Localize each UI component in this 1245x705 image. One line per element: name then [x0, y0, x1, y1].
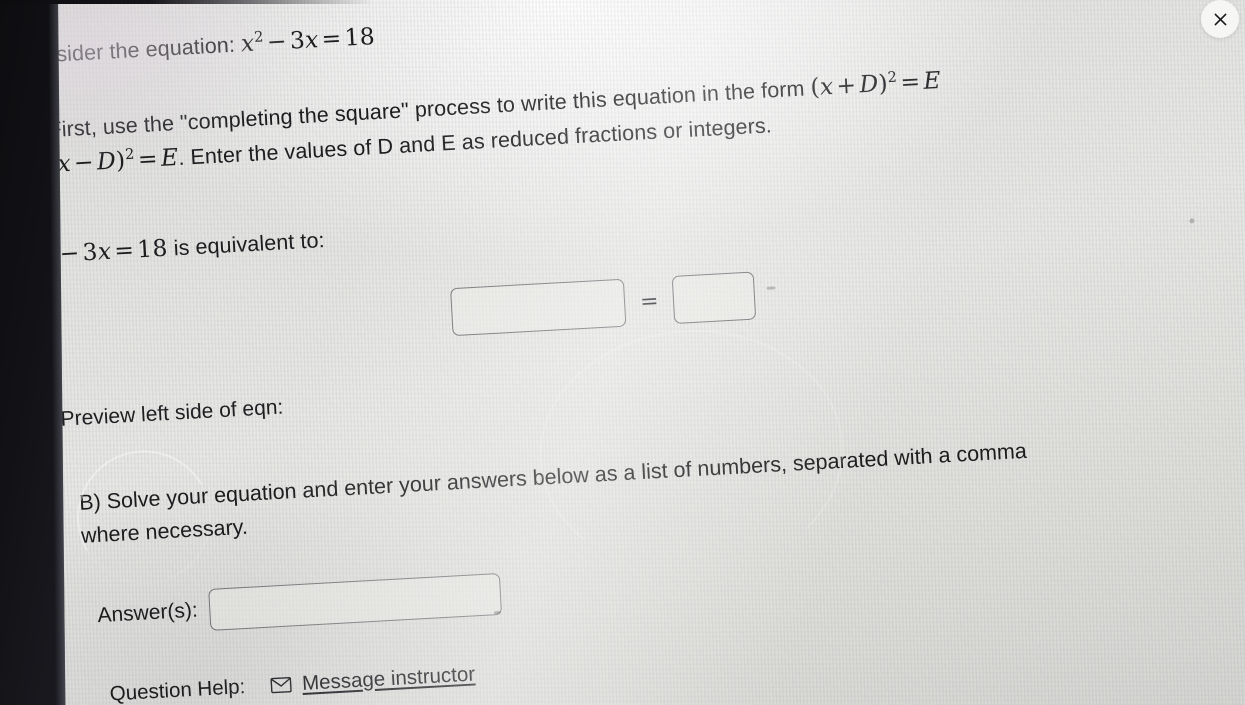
question-help-label: Question Help: — [109, 674, 246, 705]
part-a-text: A) First, use the "completing the square… — [20, 49, 1187, 183]
close-button[interactable] — [1201, 0, 1239, 38]
equation-equals-sign: = — [639, 288, 660, 315]
part-a-form-2: (x−D)2=E — [47, 142, 180, 178]
part-a-form-1: (x+D)2=E — [809, 65, 942, 101]
equation-left-input[interactable] — [450, 278, 627, 337]
question-content: Consider the equation: x2−3x=18 A) First… — [16, 0, 1245, 705]
equation-input-row: = — [450, 244, 1245, 337]
top-bezel — [0, 0, 1245, 4]
screen-surface: Consider the equation: x2−3x=18 A) First… — [0, 0, 1245, 705]
message-instructor-link[interactable]: Message instructor — [301, 662, 475, 695]
preview-label: Preview left side of eqn: — [60, 395, 284, 432]
global-nav-sidebar — [0, 0, 66, 705]
consider-equation: x2−3x=18 — [240, 22, 376, 58]
answer-input[interactable] — [208, 572, 503, 631]
part-b-text: B) Solve your equation and enter your an… — [78, 426, 1200, 552]
screen-photo: Consider the equation: x2−3x=18 A) First… — [0, 0, 1245, 705]
equivalent-text: is equivalent to: — [173, 228, 326, 261]
answer-label: Answer(s): — [96, 598, 199, 627]
equation-right-input[interactable] — [672, 271, 757, 325]
envelope-icon — [270, 676, 292, 694]
close-icon — [1212, 11, 1229, 28]
answer-row: Answer(s): — [96, 530, 1245, 637]
part-b-line-1: B) Solve your equation and enter your an… — [78, 439, 1028, 516]
part-b-line-2: where necessary. — [80, 514, 249, 548]
question-help-row: Question Help: Message instructor — [109, 618, 1245, 705]
